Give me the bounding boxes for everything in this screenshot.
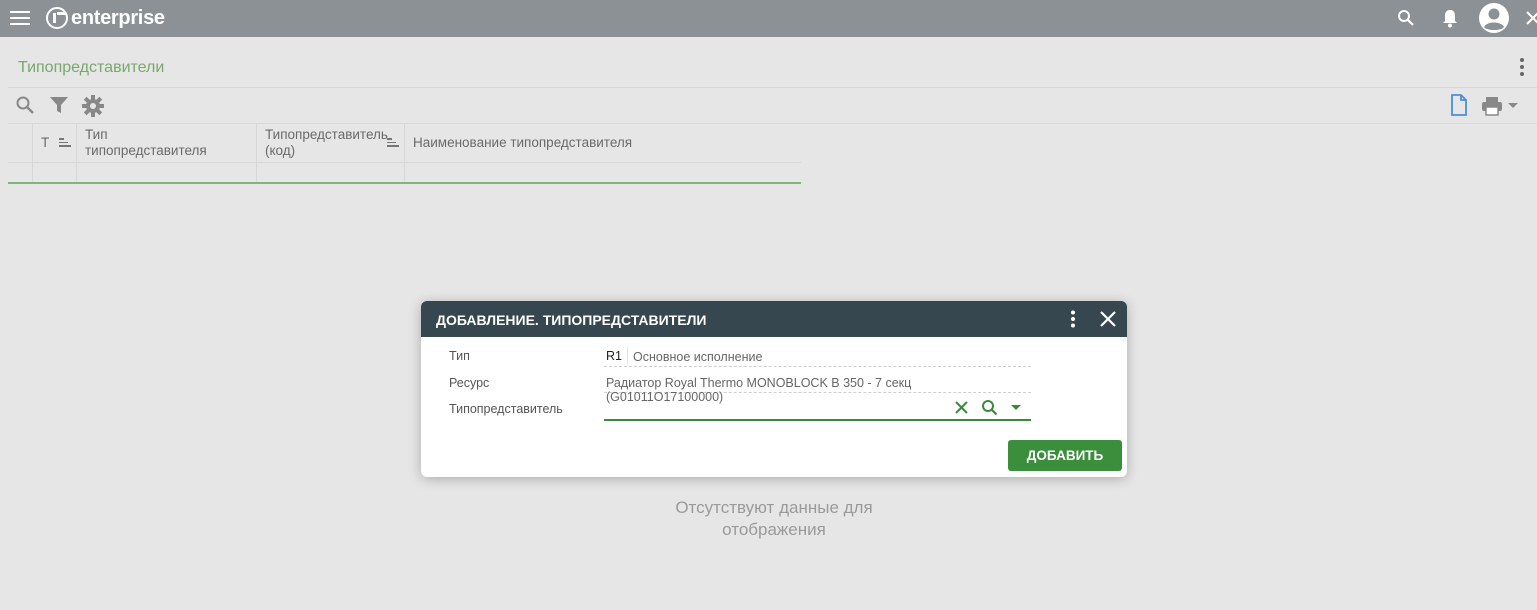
field-label-type: Тип — [449, 349, 470, 363]
chevron-down-icon[interactable] — [1011, 405, 1021, 411]
separator — [627, 347, 628, 364]
column-header-type[interactable]: Тип типопредставителя — [77, 124, 257, 163]
page-title: Типопредставители — [18, 59, 165, 76]
table-header: Т Тип типопредставителя Типопредставител… — [8, 124, 801, 163]
dialog-header: ДОБАВЛЕНИЕ. ТИПОПРЕДСТАВИТЕЛИ — [421, 301, 1127, 337]
representative-input[interactable] — [604, 398, 934, 418]
top-app-bar: enterprise — [0, 0, 1537, 37]
sort-icon[interactable] — [59, 138, 71, 148]
representative-field[interactable] — [604, 396, 1031, 421]
type-code: R1 — [606, 349, 622, 363]
search-icon[interactable] — [981, 399, 998, 416]
column-header-t[interactable]: Т — [33, 124, 77, 163]
filter-cell[interactable] — [33, 163, 77, 182]
settings-icon[interactable] — [82, 95, 104, 117]
menu-icon[interactable] — [10, 9, 30, 27]
app-logo[interactable]: enterprise — [46, 5, 165, 31]
sort-icon[interactable] — [387, 138, 399, 148]
brand-name: enterprise — [71, 6, 165, 29]
column-header-name[interactable]: Наименование типопредставителя — [405, 124, 801, 163]
grid-toolbar — [8, 89, 1537, 124]
column-header-code[interactable]: Типопредставитель (код) — [257, 124, 405, 163]
type-name: Основное исполнение — [633, 350, 763, 364]
empty-state-text: Отсутствуют данные для отображения — [675, 498, 873, 539]
resource-field[interactable]: Радиатор Royal Thermo MONOBLOCK B 350 - … — [604, 371, 1031, 404]
more-options-icon[interactable] — [1519, 57, 1525, 77]
add-button[interactable]: ДОБАВИТЬ — [1008, 440, 1122, 471]
filter-cell[interactable] — [8, 163, 33, 182]
panel-header: Типопредставители — [8, 47, 1537, 88]
filter-cell[interactable] — [77, 163, 257, 182]
dialog-title: ДОБАВЛЕНИЕ. ТИПОПРЕДСТАВИТЕЛИ — [436, 312, 707, 328]
field-label-resource: Ресурс — [449, 376, 490, 390]
logo-mark-icon — [46, 7, 68, 29]
filter-icon[interactable] — [49, 95, 69, 115]
print-icon[interactable] — [1481, 96, 1503, 116]
column-selector[interactable] — [8, 124, 33, 163]
search-icon[interactable] — [15, 95, 35, 115]
type-field[interactable]: R1 Основное исполнение — [604, 345, 1031, 367]
clear-icon[interactable] — [954, 400, 969, 415]
table-filter-row — [8, 163, 801, 184]
close-icon[interactable] — [1099, 310, 1117, 328]
filter-cell[interactable] — [257, 163, 405, 182]
close-icon[interactable] — [1525, 10, 1537, 26]
account-icon[interactable] — [1478, 2, 1510, 34]
print-dropdown-icon[interactable] — [1508, 103, 1518, 109]
add-dialog: ДОБАВЛЕНИЕ. ТИПОПРЕДСТАВИТЕЛИ Тип R1 Осн… — [421, 301, 1127, 477]
bell-icon[interactable] — [1441, 8, 1459, 28]
field-label-representative: Типопредставитель — [449, 402, 563, 416]
search-icon[interactable] — [1397, 9, 1415, 27]
more-options-icon[interactable] — [1067, 310, 1079, 328]
document-icon[interactable] — [1450, 94, 1468, 116]
